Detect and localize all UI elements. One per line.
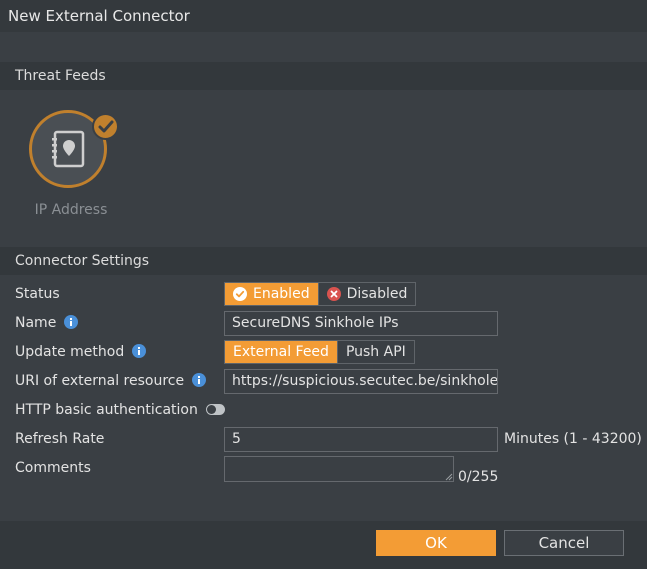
uri-input[interactable]: https://suspicious.secutec.be/sinkhole-a [224, 369, 498, 394]
x-circle-icon [326, 287, 341, 301]
refresh-rate-label: Refresh Rate [15, 431, 105, 447]
external-feed-button[interactable]: External Feed [225, 341, 337, 363]
feed-label: IP Address [34, 202, 108, 218]
connector-settings-header: Connector Settings [0, 247, 647, 275]
comments-label: Comments [15, 460, 91, 476]
status-disabled-button[interactable]: Disabled [317, 283, 416, 305]
name-label-row: Name [15, 315, 79, 331]
http-auth-toggle[interactable] [205, 404, 225, 415]
uri-label-row: URI of external resource [15, 373, 207, 389]
uri-label: URI of external resource [15, 373, 185, 389]
status-enabled-label: Enabled [253, 286, 310, 302]
refresh-rate-input[interactable]: 5 [224, 427, 498, 452]
name-input[interactable]: SecureDNS Sinkhole IPs [224, 311, 498, 336]
update-method-label-row: Update method [15, 344, 147, 360]
info-icon[interactable] [132, 344, 147, 358]
status-disabled-label: Disabled [346, 286, 408, 302]
http-auth-label: HTTP basic authentication [15, 402, 198, 418]
status-toggle: Enabled Disabled [224, 282, 417, 306]
dialog-title: New External Connector [0, 0, 647, 32]
status-enabled-button[interactable]: Enabled [225, 283, 318, 305]
push-api-button[interactable]: Push API [336, 341, 414, 363]
cancel-button[interactable]: Cancel [504, 530, 624, 556]
name-label: Name [15, 315, 57, 331]
comments-counter: 0/255 [458, 469, 499, 485]
status-label: Status [15, 286, 60, 302]
http-auth-row: HTTP basic authentication [15, 402, 225, 418]
update-method-toggle: External Feed Push API [224, 340, 415, 364]
selected-check-badge [92, 113, 119, 140]
update-method-label: Update method [15, 344, 125, 360]
refresh-rate-unit: Minutes (1 - 43200) [504, 431, 642, 447]
threat-feeds-header: Threat Feeds [0, 62, 647, 90]
info-icon[interactable] [64, 315, 79, 329]
ip-address-feed-tile[interactable]: IP Address [22, 104, 122, 224]
checkmark-icon [98, 120, 114, 133]
resize-grip-icon[interactable] [445, 473, 453, 481]
ok-button[interactable]: OK [376, 530, 496, 556]
info-icon[interactable] [192, 373, 207, 387]
comments-textarea[interactable] [224, 456, 454, 482]
check-circle-icon [233, 287, 247, 301]
